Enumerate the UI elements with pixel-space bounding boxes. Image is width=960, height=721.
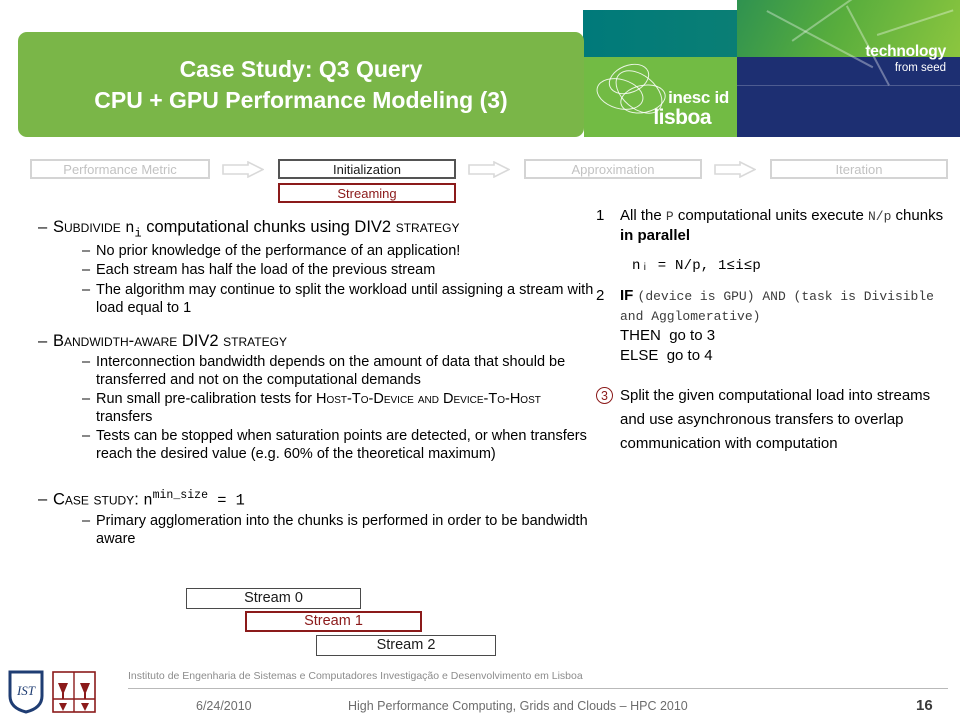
- svg-text:IST: IST: [16, 683, 36, 698]
- sub-bullet: – Each stream has half the load of the p…: [82, 261, 598, 279]
- inesc-id-lisboa-logo: inesc id lisboa: [584, 57, 737, 137]
- bullet-dash: –: [82, 513, 91, 530]
- footer-organization: Instituto de Engenharia de Sistemas e Co…: [128, 670, 583, 682]
- step-number: 2: [596, 286, 605, 304]
- footer-date: 6/24/2010: [196, 699, 252, 713]
- keyword-then: THEN: [620, 326, 661, 344]
- footer-page-number: 16: [916, 697, 933, 714]
- keyword-if: IF: [620, 286, 634, 304]
- bullet-dash: –: [82, 243, 91, 260]
- bullet-dash: –: [82, 281, 91, 298]
- inesc-logo-word2: lisboa: [653, 106, 711, 129]
- keyword-else: ELSE: [620, 346, 659, 364]
- nav-substep-label: Streaming: [337, 185, 397, 201]
- step-emphasis: in parallel: [620, 226, 691, 244]
- else-target: go to 4: [666, 346, 713, 364]
- code-token-np: N/p: [867, 209, 892, 224]
- ist-shield-icon: IST: [8, 670, 44, 714]
- bullet-bandwidth-heading: – Bandwidth-aware DIV2 strategy: [38, 331, 598, 352]
- stream-box-label: Stream 1: [304, 613, 363, 630]
- arrow-right-icon: [222, 161, 264, 178]
- step-body: All the P computational units execute N/…: [620, 207, 944, 244]
- navy-divider: [737, 85, 960, 86]
- step1-formula: nᵢ = N/p, 1≤i≤p: [632, 257, 762, 274]
- sub-bullet-text: The algorithm may continue to split the …: [96, 281, 594, 316]
- code-token-p: P: [665, 209, 674, 224]
- sub-bullet: – Interconnection bandwidth depends on t…: [82, 353, 598, 389]
- step2-condition: (device is GPU) AND (task is Divisible a…: [620, 288, 934, 324]
- nav-step-performance-metric[interactable]: Performance Metric: [30, 159, 210, 179]
- slide-title-banner: Case Study: Q3 Query CPU + GPU Performan…: [18, 32, 584, 137]
- step-body: Split the given computational load into …: [620, 386, 931, 453]
- algorithm-step-1: 1 All the P computational units execute …: [596, 206, 948, 246]
- algorithm-step-3: 3 Split the given computational load int…: [596, 384, 948, 457]
- algorithm-step-2: 2 IF (device is GPU) AND (task is Divisi…: [596, 286, 948, 366]
- bullet-dash: –: [82, 428, 91, 445]
- step-body: IF (device is GPU) AND (task is Divisibl…: [620, 286, 948, 366]
- stream-box-0[interactable]: Stream 0: [186, 588, 361, 609]
- slide-header: technology from seed Case Study: Q3 Quer…: [0, 0, 960, 145]
- nav-step-iteration[interactable]: Iteration: [770, 159, 948, 179]
- sub-bullet-text: Primary agglomeration into the chunks is…: [96, 513, 588, 548]
- inesc-logo-word1: inesc id: [668, 88, 729, 107]
- step-number: 1: [596, 207, 605, 224]
- technology-from-seed-logo: technology from seed: [737, 0, 960, 137]
- sub-bullet-text: Run small pre-calibration tests for Host…: [96, 390, 541, 425]
- left-content-column: – Subdivide ni computational chunks usin…: [38, 214, 598, 548]
- right-algorithm-column: 1 All the P computational units execute …: [596, 206, 948, 461]
- then-target: go to 3: [669, 326, 716, 344]
- nav-step-initialization[interactable]: Initialization: [278, 159, 456, 179]
- page-title-line1: Case Study: Q3 Query: [179, 56, 423, 83]
- nav-step-label: Initialization: [333, 161, 401, 177]
- technology-logo-line1: technology: [865, 43, 946, 60]
- stream-box-1[interactable]: Stream 1: [245, 611, 422, 632]
- footer-conference: High Performance Computing, Grids and Cl…: [348, 699, 688, 713]
- stream-box-label: Stream 2: [376, 637, 436, 654]
- nav-step-label: Performance Metric: [63, 161, 177, 177]
- bullet-text: Bandwidth-aware DIV2 strategy: [53, 331, 287, 350]
- bullet-dash: –: [38, 218, 48, 236]
- process-navigation: Performance Metric Initialization Stream…: [0, 156, 960, 206]
- sub-bullet-text: No prior knowledge of the performance of…: [96, 243, 461, 260]
- utl-crest-icon: [52, 671, 96, 713]
- stream-timeline-diagram: Stream 0 Stream 1 Stream 2: [0, 586, 960, 660]
- sub-bullet-text: Each stream has half the load of the pre…: [96, 262, 436, 279]
- sub-bullet: – The algorithm may continue to split th…: [82, 281, 598, 317]
- bullet-text: Case study: nmin_size = 1: [53, 489, 245, 510]
- bullet-dash: –: [82, 390, 91, 407]
- slide-footer: IST Instituto de Engenharia de Sistemas …: [0, 662, 960, 721]
- bullet-subdivide-heading: – Subdivide ni computational chunks usin…: [38, 217, 598, 241]
- sub-bullet-text: Interconnection bandwidth depends on the…: [96, 353, 566, 388]
- step-number: 3: [596, 384, 620, 408]
- sub-bullet: – No prior knowledge of the performance …: [82, 242, 598, 260]
- sub-bullet: – Tests can be stopped when saturation p…: [82, 427, 598, 463]
- bullet-dash: –: [38, 331, 48, 350]
- technology-logo-text: technology from seed: [865, 43, 946, 75]
- nav-step-label: Iteration: [835, 161, 883, 177]
- page-title-line2: CPU + GPU Performance Modeling (3): [94, 86, 508, 113]
- bullet-case-study-heading: – Case study: nmin_size = 1: [38, 489, 598, 511]
- technology-logo-line2: from seed: [894, 62, 946, 75]
- bullet-text: Subdivide ni computational chunks using …: [53, 218, 460, 241]
- footer-divider: [128, 688, 948, 689]
- stream-box-label: Stream 0: [244, 590, 303, 607]
- arrow-right-icon: [714, 161, 756, 178]
- bullet-dash: –: [38, 490, 48, 509]
- nav-step-approximation[interactable]: Approximation: [524, 159, 702, 179]
- nav-step-label: Approximation: [571, 161, 655, 177]
- nav-substep-streaming[interactable]: Streaming: [278, 183, 456, 203]
- bullet-dash: –: [82, 353, 91, 370]
- bullet-dash: –: [82, 262, 91, 279]
- arrow-right-icon: [468, 161, 510, 178]
- stream-box-2[interactable]: Stream 2: [316, 635, 496, 656]
- sub-bullet-text: Tests can be stopped when saturation poi…: [96, 428, 587, 463]
- sub-bullet-host-device: – Run small pre-calibration tests for Ho…: [82, 390, 598, 426]
- circled-step-number: 3: [596, 387, 613, 405]
- sub-bullet: – Primary agglomeration into the chunks …: [82, 512, 598, 548]
